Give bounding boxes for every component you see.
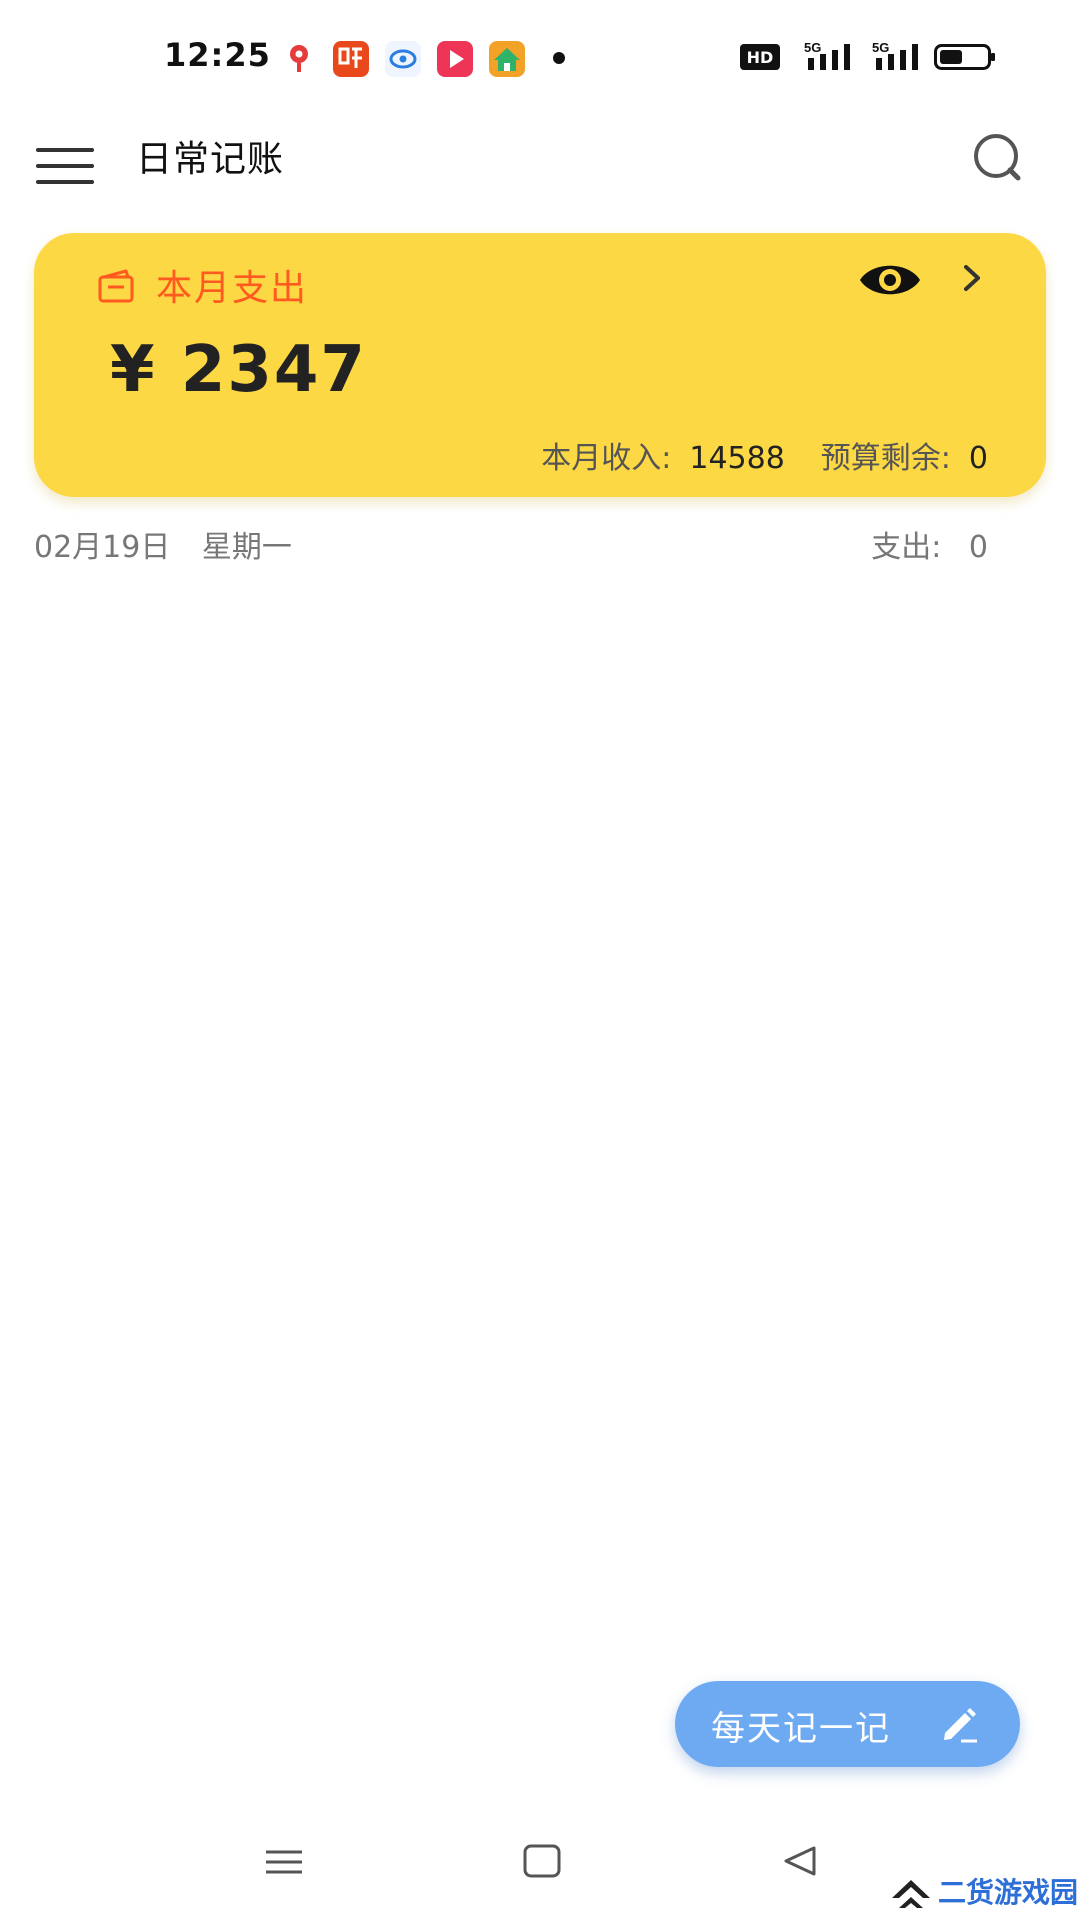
monthly-expense-label: 本月支出 bbox=[156, 268, 309, 309]
wallet-icon bbox=[98, 269, 134, 303]
watermark-logo-icon bbox=[892, 1880, 930, 1908]
status-time: 12:25 bbox=[164, 36, 271, 74]
svg-text:5G: 5G bbox=[804, 40, 821, 55]
card-header: 本月支出 bbox=[96, 259, 308, 311]
video-app-icon bbox=[437, 41, 473, 77]
status-bar: 12:25 HD 5G 5G bbox=[0, 0, 1080, 112]
day-expense-value: 0 bbox=[968, 530, 988, 565]
hamburger-menu-icon[interactable] bbox=[34, 132, 98, 192]
hd-voice-badge: HD bbox=[740, 44, 780, 70]
toggle-visibility-eye-icon[interactable] bbox=[858, 257, 922, 303]
home-app-icon bbox=[489, 41, 525, 77]
recent-apps-menu-icon[interactable] bbox=[252, 1830, 316, 1894]
signal-5g-icon-1: 5G bbox=[804, 40, 850, 70]
day-weekday: 星期一 bbox=[201, 530, 292, 565]
record-today-button[interactable]: 每天记一记 bbox=[675, 1681, 1020, 1767]
day-header: 02月19日 星期一 支出: 0 bbox=[34, 522, 988, 566]
day-expense-label: 支出: bbox=[871, 530, 942, 565]
record-today-label: 每天记一记 bbox=[711, 1709, 891, 1749]
pencil-icon bbox=[944, 1708, 977, 1743]
watermark-text: 二货游戏园 bbox=[938, 1876, 1079, 1909]
page-title: 日常记账 bbox=[136, 139, 285, 180]
map-pin-app-icon bbox=[290, 45, 308, 72]
app-header: 日常记账 bbox=[0, 112, 1080, 236]
budget-remaining-label: 预算剩余: bbox=[820, 441, 951, 476]
monthly-expense-amount: ¥ 2347 bbox=[110, 333, 367, 407]
more-notifications-dot bbox=[553, 52, 565, 64]
back-triangle-icon[interactable] bbox=[768, 1830, 832, 1894]
svg-text:5G: 5G bbox=[872, 40, 889, 55]
monthly-income-label: 本月收入: bbox=[541, 441, 672, 476]
budget-remaining-value: 0 bbox=[968, 441, 988, 476]
listen-app-icon bbox=[333, 41, 369, 77]
eye-app-icon bbox=[385, 41, 421, 77]
monthly-summary-card[interactable]: 本月支出 ¥ 2347 本月收入: 14588 预算剩余: 0 bbox=[34, 233, 1046, 497]
app-screen: 12:25 HD 5G 5G 日常记账 本月支出 ¥ 2347 本月收入: 14… bbox=[0, 0, 1080, 1920]
card-footer: 本月收入: 14588 预算剩余: 0 bbox=[541, 433, 988, 477]
battery-icon bbox=[934, 44, 995, 70]
chevron-right-icon[interactable] bbox=[952, 255, 992, 301]
day-date: 02月19日 bbox=[34, 530, 171, 565]
monthly-income-value: 14588 bbox=[689, 441, 785, 476]
watermark: 二货游戏园 bbox=[888, 1868, 1078, 1914]
home-square-icon[interactable] bbox=[510, 1830, 574, 1894]
search-icon[interactable] bbox=[966, 126, 1030, 190]
signal-5g-icon-2: 5G bbox=[872, 40, 918, 70]
